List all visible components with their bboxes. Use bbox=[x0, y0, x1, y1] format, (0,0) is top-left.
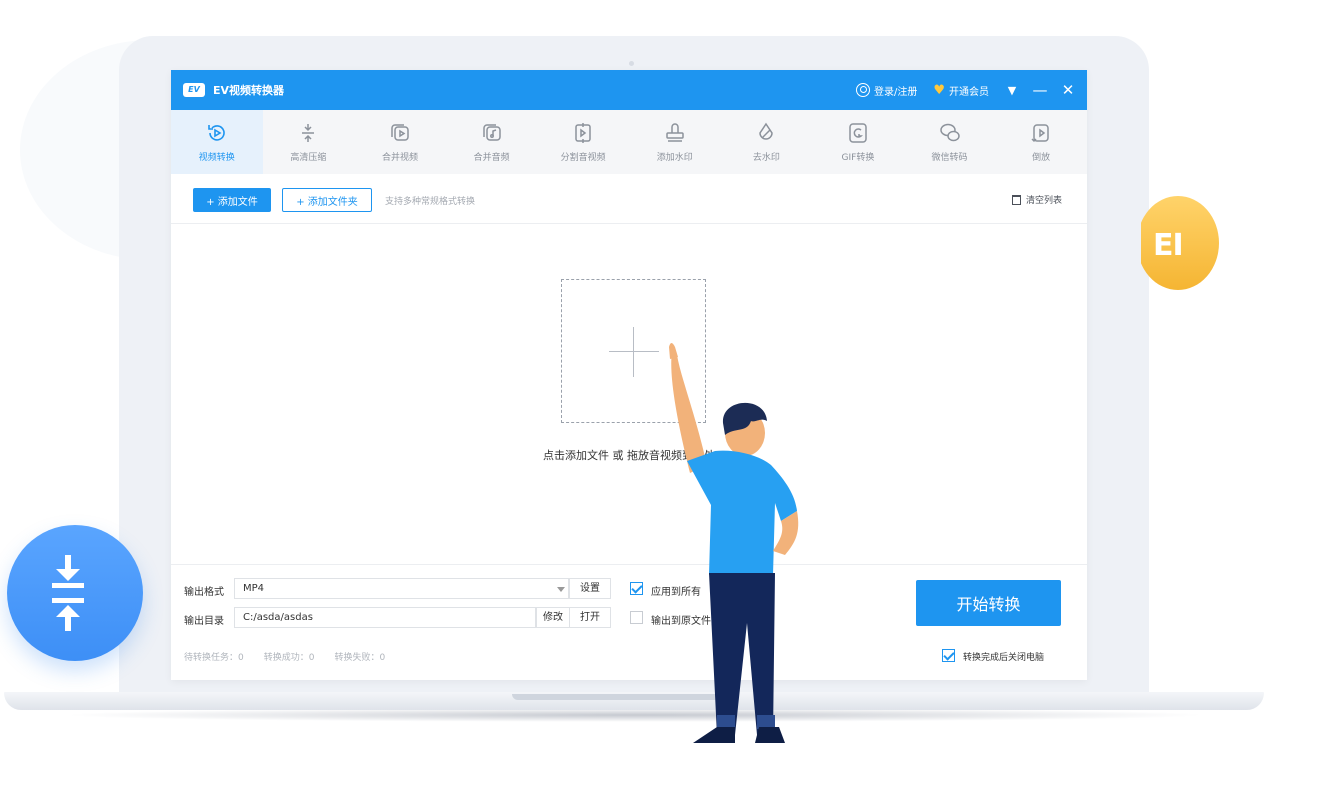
tool-label: 倒放 bbox=[1032, 152, 1051, 163]
output-format-value: MP4 bbox=[243, 583, 265, 594]
tool-merge-video[interactable]: 合并视频 bbox=[354, 110, 446, 174]
marketing-stage: EV EV视频转换器 登录/注册 ♥ 开通会员 ▼ — ✕ 视频转换 高清压缩 … bbox=[0, 0, 1321, 786]
chevron-down-icon bbox=[557, 587, 565, 592]
output-to-source-checkbox[interactable] bbox=[630, 611, 643, 624]
laptop-shadow bbox=[60, 708, 1210, 722]
tool-label: 视频转换 bbox=[198, 152, 235, 163]
diamond-icon: ♥ bbox=[933, 82, 945, 98]
add-folder-button[interactable]: + 添加文件夹 bbox=[282, 188, 372, 212]
close-icon[interactable]: ✕ bbox=[1059, 81, 1077, 99]
tool-merge-audio[interactable]: 合并音频 bbox=[446, 110, 538, 174]
trash-icon bbox=[1011, 194, 1021, 205]
clear-list-button[interactable]: 清空列表 bbox=[1011, 193, 1062, 206]
vip-button[interactable]: ♥ 开通会员 bbox=[933, 83, 989, 98]
output-dir-label: 输出目录 bbox=[184, 616, 224, 627]
tool-label: 分割音视频 bbox=[560, 152, 606, 163]
tool-split[interactable]: 分割音视频 bbox=[537, 110, 629, 174]
tool-compress[interactable]: 高清压缩 bbox=[263, 110, 355, 174]
tool-label: 去水印 bbox=[752, 152, 780, 163]
add-file-button[interactable]: + 添加文件 bbox=[193, 188, 271, 212]
output-format-label: 输出格式 bbox=[184, 587, 224, 598]
title-bar-controls: 登录/注册 ♥ 开通会员 ▼ — ✕ bbox=[855, 79, 1077, 101]
output-dir-field[interactable]: C:/asda/asdas bbox=[234, 607, 536, 628]
tool-label: GIF转换 bbox=[841, 152, 875, 163]
gif-icon bbox=[849, 122, 867, 143]
tool-label: 添加水印 bbox=[656, 152, 693, 163]
modify-button[interactable]: 修改 bbox=[536, 607, 570, 628]
tool-reverse[interactable]: 倒放 bbox=[995, 110, 1087, 174]
merge-video-icon bbox=[391, 123, 409, 141]
person-illustration bbox=[669, 343, 799, 743]
apply-all-checkbox[interactable] bbox=[630, 582, 643, 595]
login-label: 登录/注册 bbox=[873, 86, 918, 98]
app-window: EV EV视频转换器 登录/注册 ♥ 开通会员 ▼ — ✕ 视频转换 高清压缩 … bbox=[171, 70, 1087, 680]
dropdown-menu-icon[interactable]: ▼ bbox=[1003, 84, 1021, 97]
login-button[interactable]: 登录/注册 bbox=[855, 83, 918, 98]
compress-badge bbox=[7, 525, 143, 661]
remove-watermark-icon bbox=[759, 122, 774, 140]
failed-count: 转换失败：0 bbox=[334, 653, 386, 663]
format-hint: 支持多种常规格式转换 bbox=[385, 197, 476, 207]
tool-gif[interactable]: GIF转换 bbox=[812, 110, 904, 174]
wechat-icon bbox=[939, 123, 960, 141]
vip-label: 开通会员 bbox=[949, 86, 989, 98]
settings-button[interactable]: 设置 bbox=[569, 578, 611, 599]
plus-icon-vertical bbox=[633, 327, 634, 377]
badge-text: EI bbox=[1153, 228, 1184, 263]
compress-icon bbox=[302, 123, 315, 142]
app-title: EV视频转换器 bbox=[213, 84, 285, 97]
tool-add-watermark[interactable]: 添加水印 bbox=[629, 110, 721, 174]
split-icon bbox=[575, 122, 591, 143]
drop-zone-text: 点击添加文件 或 拖放音视频到此处 bbox=[543, 449, 715, 462]
feature-toolbar: 视频转换 高清压缩 合并视频 合并音频 分割音视频 添加水印 去水印 GIF转换… bbox=[171, 110, 1087, 174]
shutdown-checkbox[interactable] bbox=[942, 649, 955, 662]
open-button[interactable]: 打开 bbox=[569, 607, 611, 628]
shutdown-label: 转换完成后关闭电脑 bbox=[963, 653, 1045, 663]
output-format-select[interactable]: MP4 bbox=[234, 578, 569, 599]
tool-label: 合并视频 bbox=[381, 152, 418, 163]
output-panel: 输出格式 MP4 设置 应用到所有 输出目录 C:/asda/asdas 修改 … bbox=[171, 564, 1087, 680]
plus-icon bbox=[609, 351, 659, 352]
tool-video-convert[interactable]: 视频转换 bbox=[171, 110, 263, 174]
stamp-icon bbox=[666, 122, 684, 142]
task-stats: 待转换任务：0 转换成功：0 转换失败：0 bbox=[184, 650, 385, 663]
success-count: 转换成功：0 bbox=[263, 653, 315, 663]
tool-label: 微信转码 bbox=[931, 152, 968, 163]
pending-count: 待转换任务：0 bbox=[184, 653, 244, 663]
compress-icon bbox=[52, 555, 84, 631]
minimize-icon[interactable]: — bbox=[1031, 81, 1049, 99]
promo-badge: EI bbox=[1141, 196, 1219, 290]
tool-wechat[interactable]: 微信转码 bbox=[904, 110, 996, 174]
output-dir-value: C:/asda/asdas bbox=[243, 612, 313, 623]
tool-label: 合并音频 bbox=[473, 152, 510, 163]
laptop-camera bbox=[629, 61, 634, 66]
video-convert-icon bbox=[207, 124, 225, 141]
reverse-icon bbox=[1031, 123, 1049, 142]
tool-remove-watermark[interactable]: 去水印 bbox=[721, 110, 813, 174]
merge-audio-icon bbox=[482, 123, 501, 141]
action-row: + 添加文件 + 添加文件夹 支持多种常规格式转换 清空列表 bbox=[171, 174, 1087, 224]
start-convert-button[interactable]: 开始转换 bbox=[916, 580, 1061, 626]
tool-label: 高清压缩 bbox=[290, 152, 327, 163]
app-logo: EV bbox=[183, 83, 205, 97]
clear-list-label: 清空列表 bbox=[1025, 196, 1062, 206]
user-icon bbox=[855, 83, 870, 97]
title-bar: EV EV视频转换器 登录/注册 ♥ 开通会员 ▼ — ✕ bbox=[171, 70, 1087, 110]
